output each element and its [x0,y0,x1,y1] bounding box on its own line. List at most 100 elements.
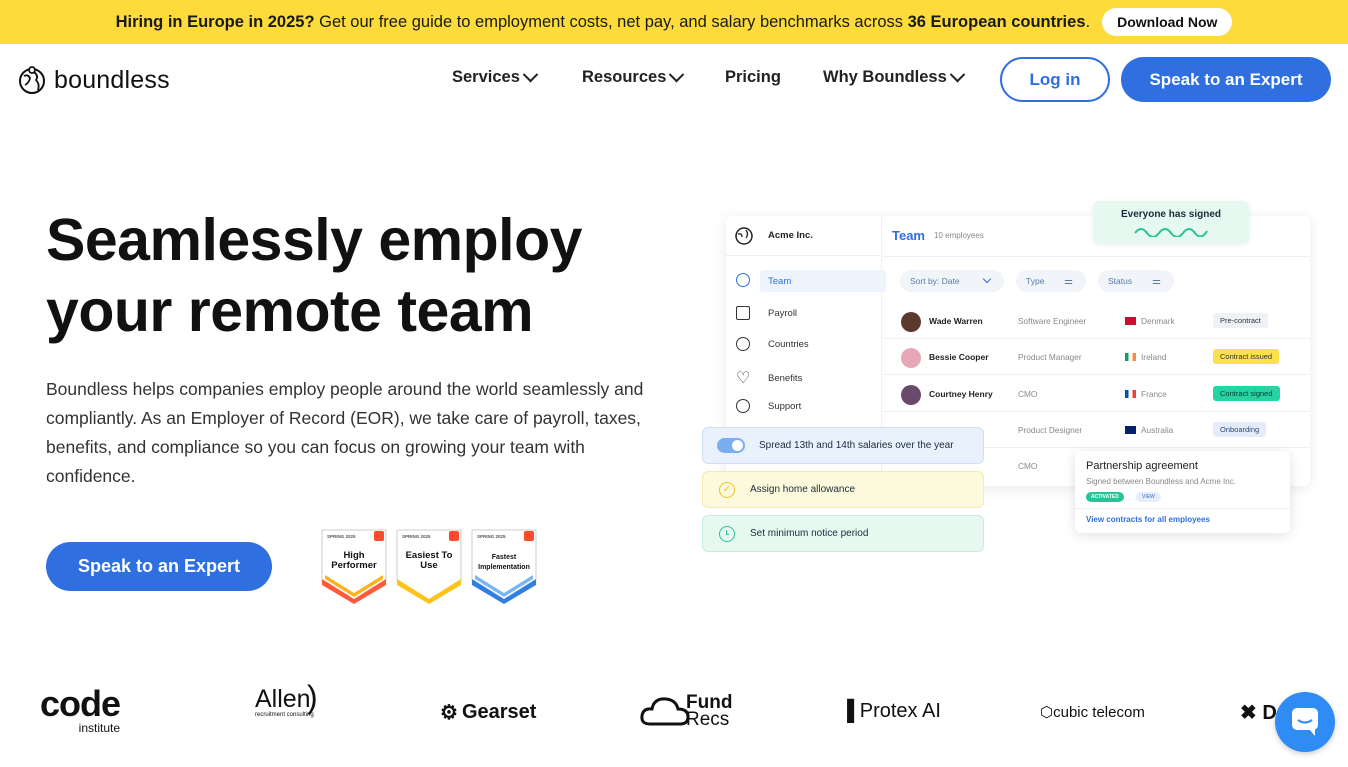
allen-logo: Allen) recruitment consulting [255,679,318,718]
nav-pricing[interactable]: Pricing [725,68,781,87]
download-now-button[interactable]: Download Now [1102,8,1233,36]
speak-to-expert-button[interactable]: Speak to an Expert [46,542,272,591]
toast-label: Everyone has signed [1120,209,1222,220]
globe-icon [736,337,750,351]
divider [1075,508,1290,509]
chevron-down-icon [669,66,685,83]
globe-logo-icon [19,66,45,94]
table-row[interactable]: Courtney Henry CMO France Contract signe… [883,376,1310,412]
nav-pricing-label: Pricing [725,68,781,86]
team-title: Team [892,228,925,243]
table-row[interactable]: Wade Warren Software Engineer Denmark Pr… [883,303,1310,339]
agreement-title: Partnership agreement [1086,460,1198,472]
employee-role: Product Designer [1018,425,1083,435]
table-row[interactable]: Bessie Cooper Product Manager Ireland Co… [883,339,1310,375]
filter-label: Sort by: Date [910,276,960,286]
nav-services[interactable]: Services [452,66,539,87]
employee-name: Courtney Henry [929,389,993,399]
view-badge[interactable]: VIEW [1136,492,1161,502]
hero-title: Seamlessly employ your remote team [46,207,582,344]
partnership-agreement-card: Partnership agreement Signed between Bou… [1075,451,1290,533]
type-filter[interactable]: Type ⚌ [1016,270,1086,292]
sidebar-item-support[interactable]: Support [736,399,801,413]
badge-season: SPRING 2025 [477,534,506,539]
chevron-down-icon [982,274,992,284]
cubic-telecom-logo: ⬡cubic telecom [1040,704,1145,721]
sidebar-item-benefits[interactable]: ♡ Benefits [736,368,802,388]
sidebar-item-payroll[interactable]: Payroll [736,306,797,320]
status-badge: Onboarding [1213,422,1267,437]
sidebar-item-team-label[interactable]: Team [760,270,886,292]
customer-logos: code institute Allen) recruitment consul… [0,680,1348,750]
employee-country: Australia [1125,425,1173,435]
sidebar-item-team[interactable] [736,273,750,287]
spread-salaries-toggle[interactable]: Spread 13th and 14th salaries over the y… [702,427,984,464]
pill-label: Set minimum notice period [750,528,869,539]
nav-why-label: Why Boundless [823,68,947,86]
toggle-switch[interactable] [717,438,745,453]
sidebar-label: Payroll [768,307,798,319]
cloud-icon [640,697,690,726]
employee-role: Product Manager [1018,352,1082,362]
toggle-knob [732,440,743,451]
fundrecs-logo: Fund Recs [640,693,732,729]
pill-label: Assign home allowance [750,484,856,495]
heart-icon: ♡ [736,370,751,387]
badge-label: Easiest To Use [405,550,453,571]
team-count: 10 employees [934,231,984,240]
sliders-icon: ⚌ [1152,275,1161,287]
employee-country: Denmark [1125,316,1175,326]
employee-name: Bessie Cooper [929,352,989,362]
status-badge: Pre-contract [1213,313,1268,328]
signature-squiggle-icon [1134,228,1208,237]
code-institute-logo: code institute [40,683,121,735]
employee-country: Ireland [1125,352,1166,362]
boundless-logo[interactable]: boundless [18,64,170,96]
sidebar-label: Support [768,400,802,412]
x-mark-icon: ✖ [1240,702,1257,724]
badge-label: Fastest Implementation [478,554,530,571]
view-contracts-link[interactable]: View contracts for all employees [1086,515,1210,524]
employee-role: CMO [1018,389,1038,399]
badge-season: SPRING 2025 [402,534,431,539]
company-name: Acme Inc. [768,230,813,241]
filter-label: Type [1026,276,1045,286]
mockup-sidebar-header: Acme Inc. [726,216,882,256]
assign-home-allowance-item[interactable]: ✓ Assign home allowance [702,471,984,508]
protex-mark-icon: ▐ [840,700,855,722]
status-filter[interactable]: Status ⚌ [1098,270,1174,292]
g2-badge-fastest-implementation: SPRING 2025 Fastest Implementation [471,529,537,604]
avatar [901,348,921,368]
sidebar-item-countries[interactable]: Countries [736,337,809,351]
hero-description: Boundless helps companies employ people … [46,379,644,486]
logo-wordmark: boundless [54,65,170,94]
speak-to-expert-nav-button[interactable]: Speak to an Expert [1121,57,1331,102]
divider [882,256,1310,257]
nav-resources-label: Resources [582,68,667,86]
set-notice-period-item[interactable]: Set minimum notice period [702,515,984,552]
employee-role: Software Engineer [1018,316,1087,326]
agreement-subtitle: Signed between Boundless and Acme Inc. [1086,477,1236,486]
promo-banner: Hiring in Europe in 2025? Get our free g… [0,0,1348,44]
badge-label: High Performer [331,550,377,571]
nav-resources[interactable]: Resources [582,66,685,87]
chat-widget-button[interactable] [1275,692,1335,752]
nav-services-label: Services [452,68,520,86]
employee-country: France [1125,389,1167,399]
nav-why-boundless[interactable]: Why Boundless [823,66,966,87]
chevron-down-icon [522,66,539,83]
status-badge: Contract signed [1213,386,1280,401]
australia-flag-icon [1125,426,1136,434]
chevron-down-icon [949,66,966,83]
chat-bubble-icon [1292,708,1318,736]
user-icon [736,273,750,287]
login-button[interactable]: Log in [1000,57,1110,102]
g2-badge-easiest-to-use: SPRING 2025 Easiest To Use [396,529,462,604]
sort-by-dropdown[interactable]: Sort by: Date [900,270,1004,292]
globe-icon [735,227,753,245]
clock-hands [726,529,729,535]
denmark-flag-icon [1125,317,1136,325]
hexagon-icon: ⬡ [1040,704,1054,721]
sidebar-label: Countries [768,338,809,350]
ireland-flag-icon [1125,353,1136,361]
